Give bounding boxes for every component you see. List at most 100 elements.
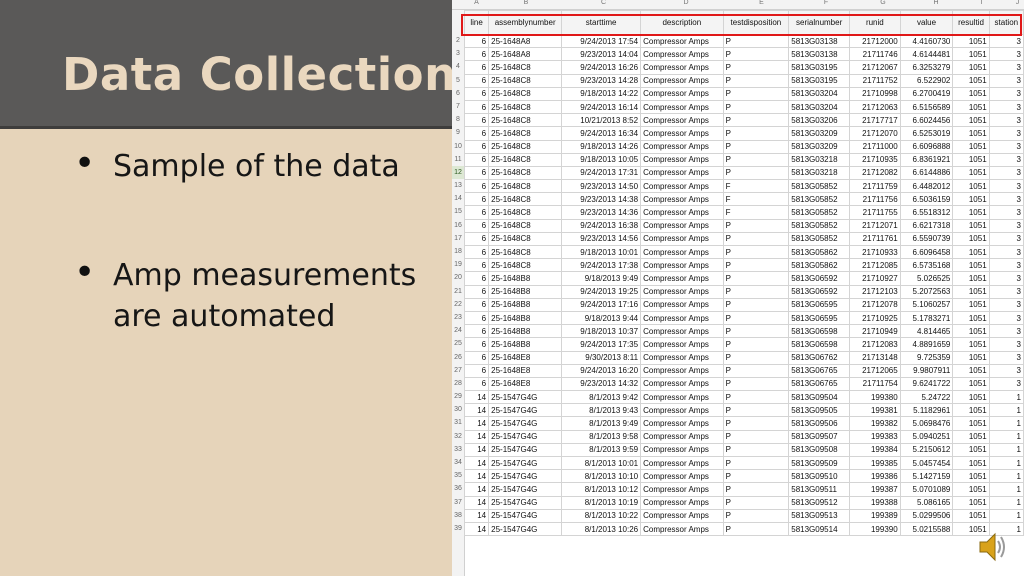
table-cell[interactable]: P [722,165,790,181]
table-cell[interactable]: 1051 [952,258,990,273]
table-cell[interactable]: 6 [463,258,490,273]
table-cell[interactable]: P [722,469,790,484]
row-number[interactable]: 7 [452,100,464,113]
table-cell[interactable]: P [722,139,790,154]
row-number[interactable]: 6 [452,87,464,100]
table-cell[interactable]: P [722,324,790,339]
table-cell[interactable]: 5813G09505 [788,403,850,418]
table-cell[interactable]: P [722,152,790,167]
table-cell[interactable]: 4.814465 [899,324,954,339]
table-cell[interactable]: 6 [463,284,490,299]
table-cell[interactable]: 3 [988,73,1024,88]
table-cell[interactable]: 6 [463,60,490,75]
table-cell[interactable]: 8/1/2013 10:01 [561,455,642,471]
table-cell[interactable]: 6.5518312 [899,205,954,220]
table-cell[interactable]: 6.5036159 [899,192,954,207]
table-cell[interactable]: 9/24/2013 16:26 [561,60,642,75]
table-cell[interactable]: 199381 [849,403,901,418]
table-cell[interactable]: 21711752 [849,73,901,88]
table-cell[interactable]: 14 [463,390,490,405]
table-cell[interactable]: P [722,284,790,299]
table-cell[interactable]: 5813G06598 [788,324,850,339]
table-cell[interactable]: P [722,60,790,75]
table-cell[interactable]: 25-1648C8 [488,192,563,207]
table-cell[interactable]: 5813G03209 [788,139,850,154]
table-cell[interactable]: 9/24/2013 17:35 [561,337,642,352]
table-cell[interactable]: 14 [463,469,490,484]
table-cell[interactable]: 25-1547G4G [488,416,563,431]
row-number[interactable]: 35 [452,469,464,482]
table-cell[interactable]: 5813G06595 [788,310,850,326]
table-cell[interactable]: 25-1648A8 [488,33,563,49]
table-cell[interactable]: 6 [463,113,490,128]
table-cell[interactable]: Compressor Amps [640,455,724,471]
row-number[interactable]: 33 [452,443,464,456]
table-cell[interactable]: P [722,113,790,128]
table-cell[interactable]: 9/23/2013 14:28 [561,73,642,88]
table-cell[interactable]: 9/18/2013 10:05 [561,152,642,167]
table-cell[interactable]: 3 [988,297,1024,312]
table-cell[interactable]: 6.5156589 [899,99,954,115]
table-cell[interactable]: 1051 [952,152,990,167]
table-cell[interactable]: 5813G03204 [788,99,850,115]
table-row[interactable]: 6 25-1648C8 9/23/2013 14:50 Compressor Amps… [463,179,1024,194]
table-row[interactable]: 6 25-1648C8 9/23/2013 14:36 Compressor Amps… [463,205,1024,220]
table-cell[interactable]: 25-1648C8 [488,60,563,75]
table-cell[interactable]: P [722,521,790,537]
table-cell[interactable]: 25-1547G4G [488,429,563,444]
table-cell[interactable]: P [722,310,790,326]
table-cell[interactable]: 199387 [849,482,901,497]
table-cell[interactable]: 1051 [952,337,990,352]
table-cell[interactable]: 6 [463,337,490,352]
table-cell[interactable]: 5.1182961 [899,403,954,418]
table-row[interactable]: 14 25-1547G4G 8/1/2013 9:49 Compressor Amps… [463,416,1024,431]
table-cell[interactable]: 25-1648B8 [488,310,563,326]
table-cell[interactable]: 1051 [952,376,990,392]
table-cell[interactable]: 21712078 [849,297,901,312]
table-cell[interactable]: 9.9807911 [899,363,954,378]
table-cell[interactable]: 25-1648B8 [488,337,563,352]
table-cell[interactable]: 1051 [952,33,990,49]
table-cell[interactable]: 5.086165 [899,495,954,510]
table-cell[interactable]: Compressor Amps [640,271,724,286]
row-number[interactable]: 4 [452,60,464,73]
table-row[interactable]: 6 25-1648C8 9/23/2013 14:38 Compressor Amps… [463,192,1024,207]
table-cell[interactable]: 5813G05862 [788,244,850,260]
row-number[interactable]: 10 [452,140,464,153]
table-cell[interactable]: 5813G09508 [788,442,850,458]
table-cell[interactable]: P [722,390,790,405]
table-cell[interactable]: 8/1/2013 10:26 [561,521,642,537]
table-cell[interactable]: P [722,429,790,444]
table-cell[interactable]: 5813G09511 [788,482,850,497]
table-cell[interactable]: 25-1648C8 [488,218,563,233]
table-cell[interactable]: 21710998 [849,86,901,101]
table-cell[interactable]: 5.0701089 [899,482,954,497]
row-number[interactable]: 17 [452,232,464,245]
table-cell[interactable]: 21717717 [849,113,901,128]
table-cell[interactable]: 25-1648A8 [488,47,563,62]
table-cell[interactable]: 199380 [849,390,901,405]
table-cell[interactable]: 8/1/2013 9:58 [561,429,642,444]
column-header-description[interactable]: description [640,10,724,35]
table-cell[interactable]: P [722,455,790,471]
table-cell[interactable]: 21710949 [849,324,901,339]
table-cell[interactable]: 3 [988,192,1024,207]
table-cell[interactable]: Compressor Amps [640,73,724,88]
table-cell[interactable]: Compressor Amps [640,403,724,418]
table-cell[interactable]: 21711761 [849,231,901,247]
table-cell[interactable]: 9/24/2013 19:25 [561,284,642,299]
table-cell[interactable]: 6 [463,179,490,194]
table-cell[interactable]: 6.5253019 [899,126,954,141]
table-cell[interactable]: 3 [988,244,1024,260]
table-cell[interactable]: 6 [463,99,490,115]
table-cell[interactable]: Compressor Amps [640,205,724,220]
table-cell[interactable]: 1051 [952,218,990,233]
table-cell[interactable]: 1051 [952,126,990,141]
table-cell[interactable]: 5.1427159 [899,469,954,484]
table-row[interactable]: 14 25-1547G4G 8/1/2013 10:22 Compressor Amp… [463,508,1024,523]
table-cell[interactable]: 3 [988,271,1024,286]
table-cell[interactable]: 21712082 [849,165,901,181]
table-row[interactable]: 6 25-1648C8 9/23/2013 14:56 Compressor Amps… [463,231,1024,247]
table-cell[interactable]: Compressor Amps [640,297,724,312]
table-cell[interactable]: 5.1783271 [899,310,954,326]
